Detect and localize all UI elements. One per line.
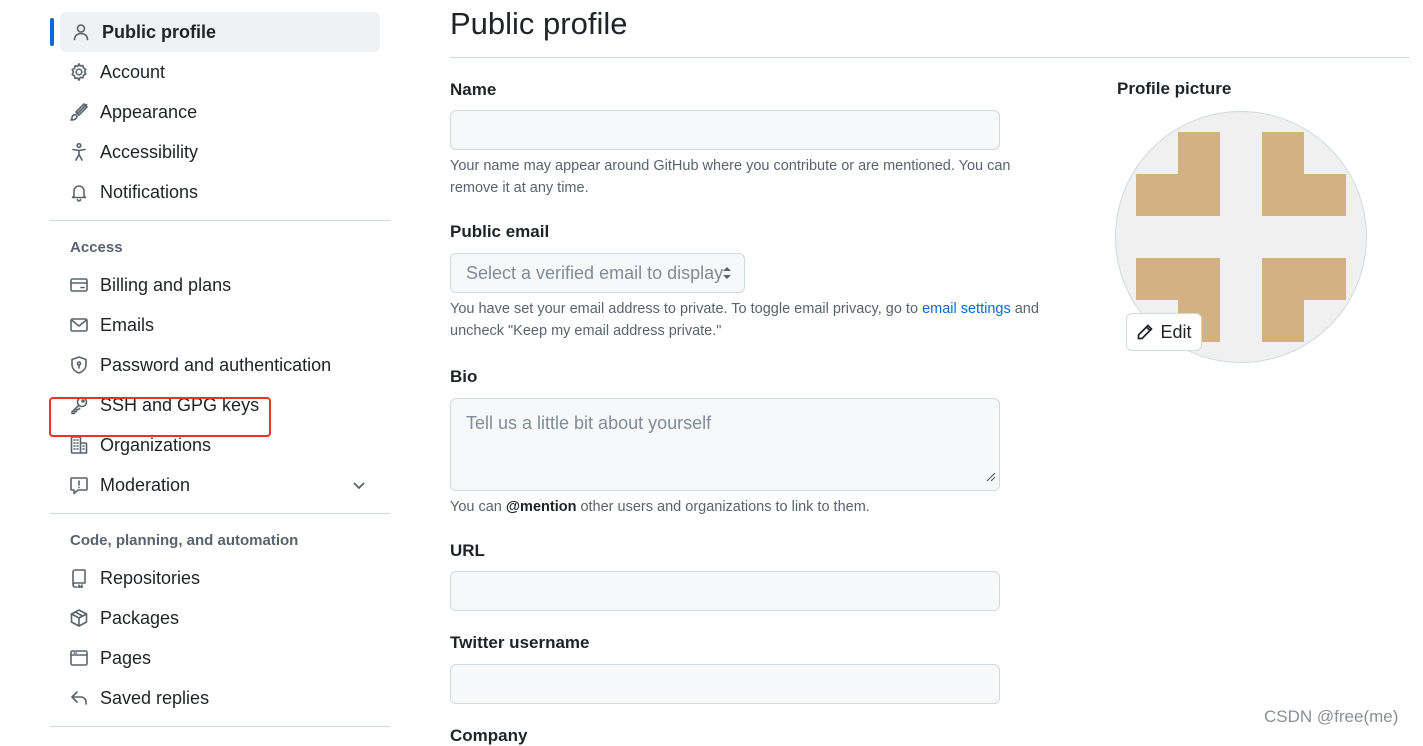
paintbrush-icon bbox=[68, 101, 90, 123]
public-email-label: Public email bbox=[450, 222, 550, 241]
resize-grip-icon[interactable] bbox=[986, 466, 996, 487]
note-text: other users and organizations to link to… bbox=[576, 499, 870, 515]
url-input[interactable] bbox=[450, 571, 1000, 611]
sidebar-item-account[interactable]: Account bbox=[50, 52, 390, 92]
reply-icon bbox=[68, 687, 90, 709]
sidebar-item-label: Organizations bbox=[100, 434, 212, 455]
sidebar-item-public-profile[interactable]: Public profile bbox=[50, 12, 380, 52]
edit-profile-picture-button[interactable]: Edit bbox=[1126, 313, 1202, 351]
bio-placeholder: Tell us a little bit about yourself bbox=[466, 413, 712, 433]
sidebar-item-label: Repositories bbox=[100, 567, 201, 588]
twitter-username-input[interactable] bbox=[450, 664, 1000, 704]
pencil-icon bbox=[1138, 324, 1154, 340]
title-divider bbox=[450, 57, 1410, 58]
select-arrows-icon bbox=[721, 264, 733, 287]
sidebar-item-ssh-gpg-keys[interactable]: SSH and GPG keys bbox=[50, 385, 390, 425]
browser-icon bbox=[68, 647, 90, 669]
name-note: Your name may appear around GitHub where… bbox=[450, 158, 1011, 196]
repo-icon bbox=[68, 567, 90, 589]
sidebar-item-label: Emails bbox=[100, 314, 155, 335]
person-icon bbox=[70, 21, 92, 43]
gear-icon bbox=[68, 61, 90, 83]
chevron-down-icon[interactable] bbox=[350, 476, 368, 499]
sidebar-item-label: Password and authentication bbox=[100, 354, 332, 375]
sidebar-item-saved-replies[interactable]: Saved replies bbox=[50, 678, 390, 718]
sidebar-item-label: Accessibility bbox=[100, 141, 199, 162]
name-input[interactable] bbox=[450, 110, 1000, 150]
edit-button-label: Edit bbox=[1160, 321, 1192, 342]
sidebar-divider bbox=[50, 513, 390, 514]
sidebar-item-emails[interactable]: Emails bbox=[50, 305, 390, 345]
bell-icon bbox=[68, 181, 90, 203]
shield-icon bbox=[68, 354, 90, 376]
key-icon bbox=[68, 394, 90, 416]
twitter-username-label: Twitter username bbox=[450, 633, 590, 652]
sidebar-item-repositories[interactable]: Repositories bbox=[50, 558, 390, 598]
public-email-selected-value: Select a verified email to display bbox=[466, 262, 724, 283]
sidebar-item-label: Notifications bbox=[100, 181, 199, 202]
public-email-select[interactable]: Select a verified email to display bbox=[450, 253, 745, 293]
sidebar-item-label: Account bbox=[100, 61, 166, 82]
sidebar-item-label: SSH and GPG keys bbox=[100, 394, 260, 415]
profile-picture-label: Profile picture bbox=[1117, 79, 1232, 98]
sidebar-item-packages[interactable]: Packages bbox=[50, 598, 390, 638]
watermark-text: CSDN @free(me) bbox=[1264, 707, 1399, 726]
name-label: Name bbox=[450, 80, 497, 99]
url-label: URL bbox=[450, 541, 485, 560]
sidebar-item-notifications[interactable]: Notifications bbox=[50, 172, 390, 212]
note-text: You can bbox=[450, 499, 506, 515]
email-settings-link[interactable]: email settings bbox=[922, 301, 1011, 317]
sidebar-item-label: Pages bbox=[100, 647, 152, 668]
package-icon bbox=[68, 607, 90, 629]
organization-icon bbox=[68, 434, 90, 456]
sidebar-item-label: Saved replies bbox=[100, 687, 210, 708]
note-text: You have set your email address to priva… bbox=[450, 301, 923, 317]
public-email-note: You have set your email address to priva… bbox=[450, 298, 1070, 342]
company-label: Company bbox=[450, 726, 528, 745]
sidebar-section-code: Code, planning, and automation bbox=[70, 531, 299, 549]
sidebar-item-pages[interactable]: Pages bbox=[50, 638, 390, 678]
sidebar-divider bbox=[50, 220, 390, 221]
credit-card-icon bbox=[68, 274, 90, 296]
sidebar-item-billing[interactable]: Billing and plans bbox=[50, 265, 390, 305]
mail-icon bbox=[68, 314, 90, 336]
report-icon bbox=[68, 474, 90, 496]
sidebar-item-moderation[interactable]: Moderation bbox=[50, 465, 390, 505]
bio-textarea[interactable]: Tell us a little bit about yourself bbox=[450, 398, 1000, 491]
sidebar-item-organizations[interactable]: Organizations bbox=[50, 425, 390, 465]
sidebar-section-access: Access bbox=[70, 238, 123, 256]
page-title: Public profile bbox=[450, 6, 628, 41]
mention-text: @mention bbox=[505, 499, 577, 515]
sidebar-item-label: Public profile bbox=[102, 21, 217, 42]
bio-label: Bio bbox=[450, 367, 478, 386]
accessibility-icon bbox=[68, 141, 90, 163]
settings-sidebar: Public profile Account Appearance Access… bbox=[50, 12, 390, 735]
sidebar-item-label: Packages bbox=[100, 607, 180, 628]
sidebar-item-label: Appearance bbox=[100, 101, 198, 122]
sidebar-item-appearance[interactable]: Appearance bbox=[50, 92, 390, 132]
bio-note: You can @mention other users and organiz… bbox=[450, 496, 1070, 518]
sidebar-divider bbox=[50, 726, 390, 727]
sidebar-item-label: Billing and plans bbox=[100, 274, 232, 295]
sidebar-item-accessibility[interactable]: Accessibility bbox=[50, 132, 390, 172]
sidebar-item-password[interactable]: Password and authentication bbox=[50, 345, 390, 385]
sidebar-item-label: Moderation bbox=[100, 474, 191, 495]
